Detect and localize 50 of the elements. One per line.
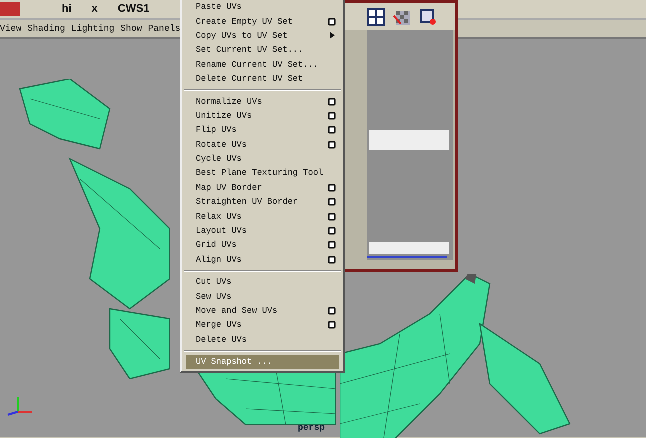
menu-item[interactable]: Cut UVs [182,275,343,290]
option-box-icon[interactable] [328,112,336,120]
menu-item[interactable]: Straighten UV Border [182,195,343,210]
toolbar-field[interactable]: hi [62,3,72,15]
menu-item[interactable]: Map UV Border [182,180,343,196]
menu-item[interactable]: Flip UVs [182,123,343,138]
menu-item[interactable]: Move and Sew UVs [182,304,343,318]
option-box-icon[interactable] [328,256,336,264]
menu-item[interactable]: Unitize UVs [182,108,343,124]
menu-item[interactable]: Rename Current UV Set... [182,58,343,72]
option-box-icon[interactable] [328,212,336,221]
grid-icon[interactable] [367,8,385,26]
menu-item[interactable]: Sew UVs [182,289,343,304]
option-box-icon[interactable] [328,198,336,206]
axis-gizmo-icon [6,394,34,418]
menu-item[interactable]: Copy UVs to UV Set [182,28,343,44]
option-box-icon[interactable] [328,241,336,250]
panel-menu-item[interactable]: Show [120,24,142,34]
menu-item[interactable]: Relax UVs [182,209,343,224]
toolbar-field[interactable]: CWS1 [118,3,150,15]
panel-menu-item[interactable]: Shading [28,24,66,34]
option-box-icon[interactable] [328,227,336,236]
menu-item[interactable]: UV Snapshot ... [186,354,339,370]
panel-menu-item[interactable]: View [0,24,22,34]
menu-item[interactable]: Layout UVs [182,224,343,238]
menu-item[interactable]: Create Empty UV Set [182,14,343,29]
menu-item[interactable]: Merge UVs [182,318,343,333]
menu-item[interactable]: Best Plane Texturing Tool [182,166,343,181]
panel-menu-item[interactable]: Lighting [71,24,115,34]
checker-icon[interactable] [393,8,411,26]
square-icon[interactable] [419,8,437,26]
menu-item[interactable]: Paste UVs [182,0,343,14]
option-box-icon[interactable] [328,307,336,315]
menu-item[interactable]: Normalize UVs [182,94,343,109]
option-box-icon[interactable] [328,321,336,330]
menu-item[interactable]: Delete UVs [182,332,343,347]
option-box-icon[interactable] [328,126,336,134]
toolbar-field[interactable]: x [92,3,98,15]
menu-item[interactable]: Align UVs [182,252,343,268]
option-box-icon[interactable] [328,18,336,26]
option-box-icon[interactable] [328,140,336,149]
camera-label: persp [298,423,326,433]
option-box-icon[interactable] [328,184,336,192]
menu-item[interactable]: Grid UVs [182,238,343,253]
menu-item[interactable]: Set Current UV Set... [182,43,343,58]
option-box-icon[interactable] [328,98,336,106]
panel-menu-item[interactable]: Panels [148,24,181,34]
menu-item[interactable]: Rotate UVs [182,138,343,152]
menu-item[interactable]: Cycle UVs [182,152,343,166]
menu-item[interactable]: Delete Current UV Set [182,72,343,86]
